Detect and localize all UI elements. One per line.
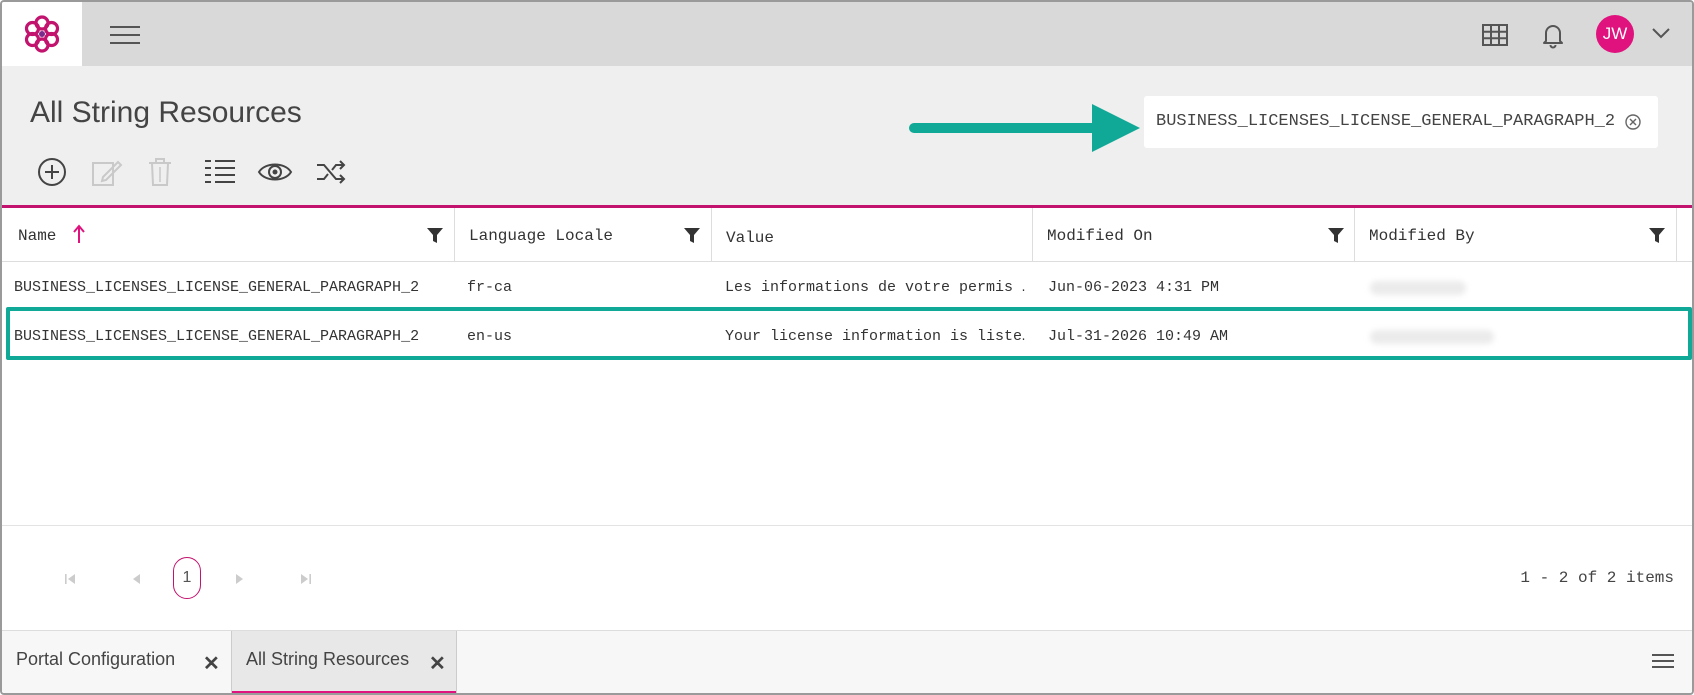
- next-page-icon: [236, 574, 243, 584]
- trash-icon: [149, 158, 171, 186]
- annotation-arrow: [909, 104, 1140, 152]
- filter-icon[interactable]: [427, 228, 443, 244]
- eye-icon: [257, 163, 293, 181]
- cell-modified-on: Jun-06-2023 4:31 PM: [1048, 279, 1220, 296]
- search-value: BUSINESS_LICENSES_LICENSE_GENERAL_PARAGR…: [1156, 112, 1616, 131]
- column-header-name[interactable]: Name: [2, 208, 455, 262]
- pager-info: 1 - 2 of 2 items: [1520, 569, 1674, 587]
- grid-header: Name Language Locale Value Modified On M…: [2, 208, 1692, 262]
- column-title: Value: [726, 229, 775, 247]
- cell-modified-on: Jul-31-2026 10:49 AM: [1048, 328, 1229, 345]
- grid-apps-icon[interactable]: [1480, 20, 1510, 50]
- tab-all-string-resources[interactable]: All String Resources ✕: [231, 631, 457, 693]
- tab-menu-button[interactable]: [1652, 651, 1674, 673]
- last-page-button[interactable]: [296, 569, 316, 589]
- filter-icon[interactable]: [684, 228, 700, 244]
- page-number-button[interactable]: 1: [173, 557, 201, 599]
- tab-bar: Portal Configuration ✕ All String Resour…: [2, 630, 1692, 693]
- plus-circle-icon: [38, 158, 66, 186]
- last-page-icon: [301, 574, 311, 584]
- active-tab-indicator: [232, 691, 456, 693]
- view-button[interactable]: [257, 154, 293, 190]
- tab-label: Portal Configuration: [16, 649, 176, 669]
- prev-page-icon: [133, 574, 140, 584]
- column-header-value[interactable]: Value: [712, 208, 1033, 262]
- chevron-down-icon[interactable]: [1650, 24, 1672, 42]
- bell-icon[interactable]: [1538, 20, 1568, 50]
- delete-button[interactable]: [142, 154, 178, 190]
- shuffle-button[interactable]: [313, 154, 349, 190]
- column-title: Modified By: [1369, 227, 1475, 245]
- close-tab-icon[interactable]: ✕: [429, 651, 446, 676]
- app-logo[interactable]: [2, 2, 82, 66]
- table-row[interactable]: BUSINESS_LICENSES_LICENSE_GENERAL_PARAGR…: [2, 263, 1692, 311]
- top-bar: JW: [2, 2, 1692, 66]
- table-row[interactable]: BUSINESS_LICENSES_LICENSE_GENERAL_PARAGR…: [2, 312, 1692, 360]
- shuffle-icon: [317, 160, 346, 184]
- cell-locale: en-us: [467, 328, 513, 345]
- column-title: Name: [18, 227, 57, 245]
- filter-icon[interactable]: [1328, 228, 1344, 244]
- flower-logo-icon: [24, 15, 60, 53]
- first-page-icon: [65, 574, 75, 584]
- cell-value: Your license information is liste…: [725, 328, 1025, 345]
- column-header-locale[interactable]: Language Locale: [455, 208, 712, 262]
- add-button[interactable]: [34, 154, 70, 190]
- page-header: All String Resources BUSINESS_LICENSES_L…: [2, 66, 1692, 206]
- pager-divider: [2, 525, 1692, 526]
- cell-locale: fr-ca: [467, 279, 513, 296]
- cell-modified-by-redacted: [1370, 281, 1466, 295]
- column-header-modified-by[interactable]: Modified By: [1355, 208, 1677, 262]
- cell-name: BUSINESS_LICENSES_LICENSE_GENERAL_PARAGR…: [14, 279, 420, 296]
- user-avatar[interactable]: JW: [1596, 15, 1634, 53]
- close-tab-icon[interactable]: ✕: [203, 651, 220, 676]
- page-title: All String Resources: [30, 96, 302, 129]
- tab-label: All String Resources: [246, 649, 410, 669]
- edit-button[interactable]: [88, 154, 124, 190]
- first-page-button[interactable]: [60, 569, 80, 589]
- cell-modified-by-redacted: [1370, 330, 1494, 344]
- columns-button[interactable]: [202, 154, 238, 190]
- filter-icon[interactable]: [1649, 228, 1665, 244]
- cell-value: Les informations de votre permis …: [725, 279, 1025, 296]
- sort-ascending-icon[interactable]: [72, 224, 86, 244]
- next-page-button[interactable]: [230, 569, 250, 589]
- list-columns-icon: [205, 160, 235, 183]
- cell-name: BUSINESS_LICENSES_LICENSE_GENERAL_PARAGR…: [14, 328, 420, 345]
- main-menu-button[interactable]: [110, 22, 140, 46]
- app-window: JW All String Resources BUSINESS_LICENSE…: [0, 0, 1694, 695]
- clear-search-icon[interactable]: [1624, 113, 1642, 131]
- prev-page-button[interactable]: [126, 569, 146, 589]
- column-title: Language Locale: [469, 227, 614, 245]
- pencil-icon: [92, 160, 123, 186]
- tab-portal-configuration[interactable]: Portal Configuration ✕: [2, 631, 231, 693]
- column-header-modified-on[interactable]: Modified On: [1033, 208, 1355, 262]
- search-input[interactable]: BUSINESS_LICENSES_LICENSE_GENERAL_PARAGR…: [1144, 96, 1658, 148]
- column-title: Modified On: [1047, 227, 1153, 245]
